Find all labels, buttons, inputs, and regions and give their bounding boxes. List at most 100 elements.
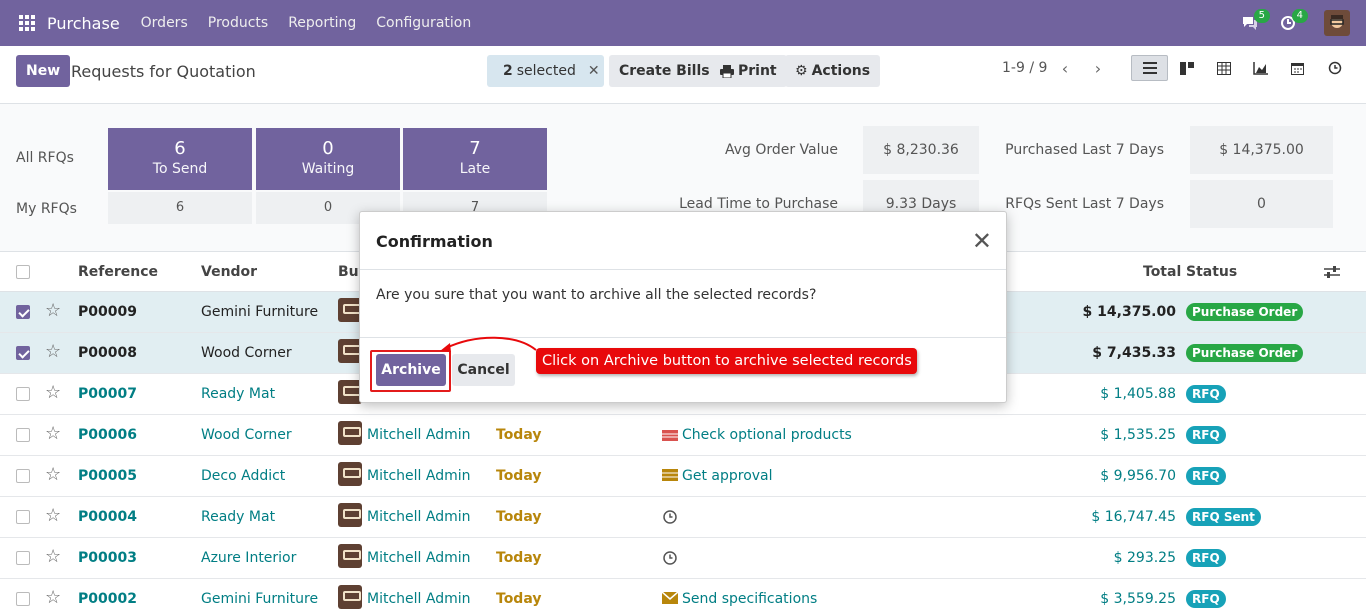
row-reference: P00004	[78, 509, 137, 525]
row-total: $ 1,535.25	[1100, 427, 1176, 443]
tile-to-send[interactable]: 6 To Send	[108, 128, 252, 190]
all-rfqs-label: All RFQs	[16, 150, 74, 166]
status-badge: RFQ	[1186, 467, 1226, 485]
row-buyer: Mitchell Admin	[367, 550, 471, 566]
tile-label: To Send	[152, 161, 208, 177]
row-total: $ 293.25	[1113, 550, 1176, 566]
star-icon[interactable]: ☆	[45, 383, 61, 403]
row-date: Today	[496, 591, 542, 607]
row-checkbox[interactable]	[16, 551, 30, 565]
row-checkbox[interactable]	[16, 469, 30, 483]
row-buyer: Mitchell Admin	[367, 591, 471, 607]
menu-reporting[interactable]: Reporting	[278, 15, 366, 31]
calendar-view-icon[interactable]	[1279, 55, 1316, 81]
tile-value: 0	[322, 138, 334, 159]
star-icon[interactable]: ☆	[45, 547, 61, 567]
activities-icon[interactable]: 4	[1274, 9, 1308, 35]
create-bills-label: Create Bills	[619, 63, 710, 79]
star-icon[interactable]: ☆	[45, 588, 61, 608]
menu-products[interactable]: Products	[198, 15, 278, 31]
avg-order-value: $ 8,230.36	[863, 126, 979, 174]
list-view-icon[interactable]	[1131, 55, 1168, 81]
actions-label: Actions	[811, 63, 871, 79]
row-checkbox[interactable]	[16, 346, 30, 360]
row-checkbox[interactable]	[16, 305, 30, 319]
table-row[interactable]: ☆ P00002 Gemini Furniture Mitchell Admin…	[0, 579, 1366, 614]
pivot-view-icon[interactable]	[1205, 55, 1242, 81]
annotation-arrow-icon	[440, 336, 537, 352]
row-reference: P00009	[78, 304, 137, 320]
row-vendor: Ready Mat	[201, 509, 276, 525]
apps-menu-icon[interactable]	[19, 15, 35, 31]
app-brand[interactable]: Purchase	[47, 14, 120, 33]
row-total: $ 1,405.88	[1100, 386, 1176, 402]
create-bills-button[interactable]: Create Bills	[609, 55, 720, 87]
row-checkbox[interactable]	[16, 387, 30, 401]
col-reference[interactable]: Reference	[78, 252, 158, 292]
menu-configuration[interactable]: Configuration	[366, 15, 481, 31]
star-icon[interactable]: ☆	[45, 424, 61, 444]
row-reference: P00002	[78, 591, 137, 607]
close-icon[interactable]: ✕	[972, 229, 992, 253]
clock-icon[interactable]	[662, 497, 678, 537]
row-reference: P00008	[78, 345, 137, 361]
row-date: Today	[496, 509, 542, 525]
star-icon[interactable]: ☆	[45, 506, 61, 526]
tile-value: 6	[174, 138, 186, 159]
status-badge: Purchase Order	[1186, 344, 1304, 362]
my-to-send[interactable]: 6	[108, 192, 252, 224]
row-reference: P00003	[78, 550, 137, 566]
star-icon[interactable]: ☆	[45, 301, 61, 321]
buyer-avatar	[338, 421, 362, 445]
select-all-checkbox[interactable]	[16, 265, 30, 279]
gear-icon: ⚙	[795, 63, 808, 79]
buyer-avatar	[338, 544, 362, 568]
messages-icon[interactable]: 5	[1236, 9, 1270, 35]
row-activity[interactable]: Send specifications	[662, 579, 817, 614]
unselect-all-icon[interactable]: ✕	[588, 63, 600, 79]
buyer-avatar	[338, 585, 362, 609]
dialog-header: Confirmation ✕	[360, 212, 1006, 270]
buyer-avatar	[338, 503, 362, 527]
table-row[interactable]: ☆ P00006 Wood Corner Mitchell Admin Toda…	[0, 415, 1366, 456]
star-icon[interactable]: ☆	[45, 342, 61, 362]
row-activity-label: Get approval	[682, 468, 773, 484]
optional-columns-icon[interactable]	[1324, 252, 1340, 292]
pager-previous-icon[interactable]: ‹	[1050, 55, 1080, 81]
row-vendor: Ready Mat	[201, 386, 276, 402]
row-checkbox[interactable]	[16, 428, 30, 442]
tile-label: Late	[459, 161, 491, 177]
graph-view-icon[interactable]	[1242, 55, 1279, 81]
row-activity[interactable]: Check optional products	[662, 415, 852, 455]
pager-value[interactable]: 1-9 / 9	[1002, 60, 1047, 76]
user-avatar-icon[interactable]	[1324, 10, 1350, 36]
gift-icon	[662, 430, 678, 441]
rfqs-sent-value: 0	[1190, 180, 1333, 228]
table-row[interactable]: ☆ P00005 Deco Addict Mitchell Admin Toda…	[0, 456, 1366, 497]
col-total[interactable]: Total	[1143, 252, 1181, 292]
print-button[interactable]: Print	[710, 55, 787, 87]
tile-late[interactable]: 7 Late	[403, 128, 547, 190]
star-icon[interactable]: ☆	[45, 465, 61, 485]
col-status[interactable]: Status	[1186, 252, 1237, 292]
col-vendor[interactable]: Vendor	[201, 252, 257, 292]
row-activity-label: Check optional products	[682, 427, 852, 443]
actions-button[interactable]: ⚙ Actions	[785, 55, 881, 87]
table-row[interactable]: ☆ P00004 Ready Mat Mitchell Admin Today …	[0, 497, 1366, 538]
dialog-body: Are you sure that you want to archive al…	[360, 270, 1006, 338]
row-activity[interactable]: Get approval	[662, 456, 773, 496]
activity-view-icon[interactable]	[1316, 55, 1353, 81]
clock-icon[interactable]	[662, 538, 678, 578]
menu-orders[interactable]: Orders	[131, 15, 198, 31]
row-checkbox[interactable]	[16, 592, 30, 606]
kanban-view-icon[interactable]	[1168, 55, 1205, 81]
new-button[interactable]: New	[16, 55, 71, 87]
tile-waiting[interactable]: 0 Waiting	[256, 128, 400, 190]
table-row[interactable]: ☆ P00003 Azure Interior Mitchell Admin T…	[0, 538, 1366, 579]
pager-next-icon[interactable]: ›	[1083, 55, 1113, 81]
row-total: $ 14,375.00	[1082, 304, 1176, 320]
approval-icon	[662, 469, 678, 481]
row-date: Today	[496, 468, 542, 484]
row-checkbox[interactable]	[16, 510, 30, 524]
row-total: $ 3,559.25	[1100, 591, 1176, 607]
